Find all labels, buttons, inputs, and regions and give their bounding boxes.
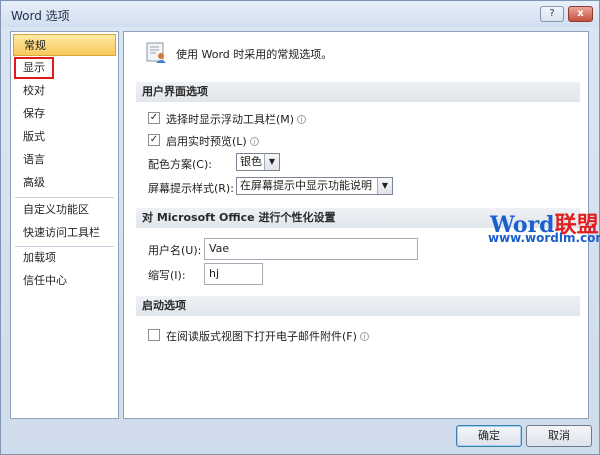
window-title: Word 选项 bbox=[11, 9, 70, 23]
chevron-down-icon: ▼ bbox=[377, 178, 392, 194]
watermark-url: www.wordlm.com bbox=[488, 231, 600, 245]
color-scheme-label: 配色方案(C): bbox=[148, 158, 212, 171]
ok-button[interactable]: 确定 bbox=[456, 425, 522, 447]
sidebar-item-general[interactable]: 常规 bbox=[13, 34, 116, 56]
reading-view-label: 在阅读版式视图下打开电子邮件附件(F) bbox=[166, 330, 357, 343]
sidebar: 常规 显示 校对 保存 版式 语言 高级 自定义功能区 快速访问工具栏 加载项 … bbox=[10, 31, 119, 419]
sidebar-item-language[interactable]: 语言 bbox=[13, 149, 116, 171]
page-header: 使用 Word 时采用的常规选项。 bbox=[176, 48, 333, 61]
sidebar-divider bbox=[15, 197, 114, 198]
live-preview-checkbox[interactable]: ✓ bbox=[148, 134, 160, 146]
initials-input[interactable]: hj bbox=[204, 263, 263, 285]
sidebar-item-trust-center[interactable]: 信任中心 bbox=[13, 270, 116, 292]
sidebar-item-proofing[interactable]: 校对 bbox=[13, 80, 116, 102]
section-startup: 启动选项 bbox=[136, 296, 580, 316]
floating-toolbar-label: 选择时显示浮动工具栏(M) bbox=[166, 113, 295, 126]
color-scheme-value: 银色 bbox=[240, 155, 262, 168]
word-options-dialog: Word 选项 ? x 常规 显示 校对 保存 版式 语言 高级 自定义功能区 … bbox=[0, 0, 600, 455]
sidebar-item-display[interactable]: 显示 bbox=[14, 57, 54, 79]
sidebar-item-quick-access-toolbar[interactable]: 快速访问工具栏 bbox=[13, 222, 116, 244]
info-icon: i bbox=[249, 137, 259, 146]
live-preview-label: 启用实时预览(L) bbox=[166, 135, 247, 148]
info-icon: i bbox=[297, 115, 307, 124]
screentip-label: 屏幕提示样式(R): bbox=[148, 182, 234, 195]
general-options-icon bbox=[146, 42, 166, 63]
title-bar: Word 选项 ? x bbox=[1, 1, 599, 27]
floating-toolbar-checkbox[interactable]: ✓ bbox=[148, 112, 160, 124]
close-button[interactable]: x bbox=[568, 6, 593, 22]
sidebar-item-layout[interactable]: 版式 bbox=[13, 126, 116, 148]
sidebar-item-advanced[interactable]: 高级 bbox=[13, 172, 116, 194]
screentip-value: 在屏幕提示中显示功能说明 bbox=[240, 179, 372, 192]
live-preview-row: 启用实时预览(L) i bbox=[166, 133, 259, 149]
chevron-down-icon: ▼ bbox=[264, 154, 279, 170]
sidebar-item-save[interactable]: 保存 bbox=[13, 103, 116, 125]
floating-toolbar-row: 选择时显示浮动工具栏(M) i bbox=[166, 111, 307, 127]
reading-view-checkbox[interactable] bbox=[148, 329, 160, 341]
username-label: 用户名(U): bbox=[148, 244, 202, 257]
username-input[interactable]: Vae bbox=[204, 238, 418, 260]
cancel-button[interactable]: 取消 bbox=[526, 425, 592, 447]
section-ui-options: 用户界面选项 bbox=[136, 82, 580, 102]
help-button[interactable]: ? bbox=[540, 6, 564, 22]
reading-view-row: 在阅读版式视图下打开电子邮件附件(F) i bbox=[166, 328, 369, 344]
initials-label: 缩写(I): bbox=[148, 269, 186, 282]
info-icon: i bbox=[359, 332, 369, 341]
sidebar-item-customize-ribbon[interactable]: 自定义功能区 bbox=[13, 199, 116, 221]
sidebar-item-add-ins[interactable]: 加载项 bbox=[13, 247, 116, 269]
screentip-select[interactable]: 在屏幕提示中显示功能说明 ▼ bbox=[236, 177, 393, 195]
color-scheme-select[interactable]: 银色 ▼ bbox=[236, 153, 280, 171]
